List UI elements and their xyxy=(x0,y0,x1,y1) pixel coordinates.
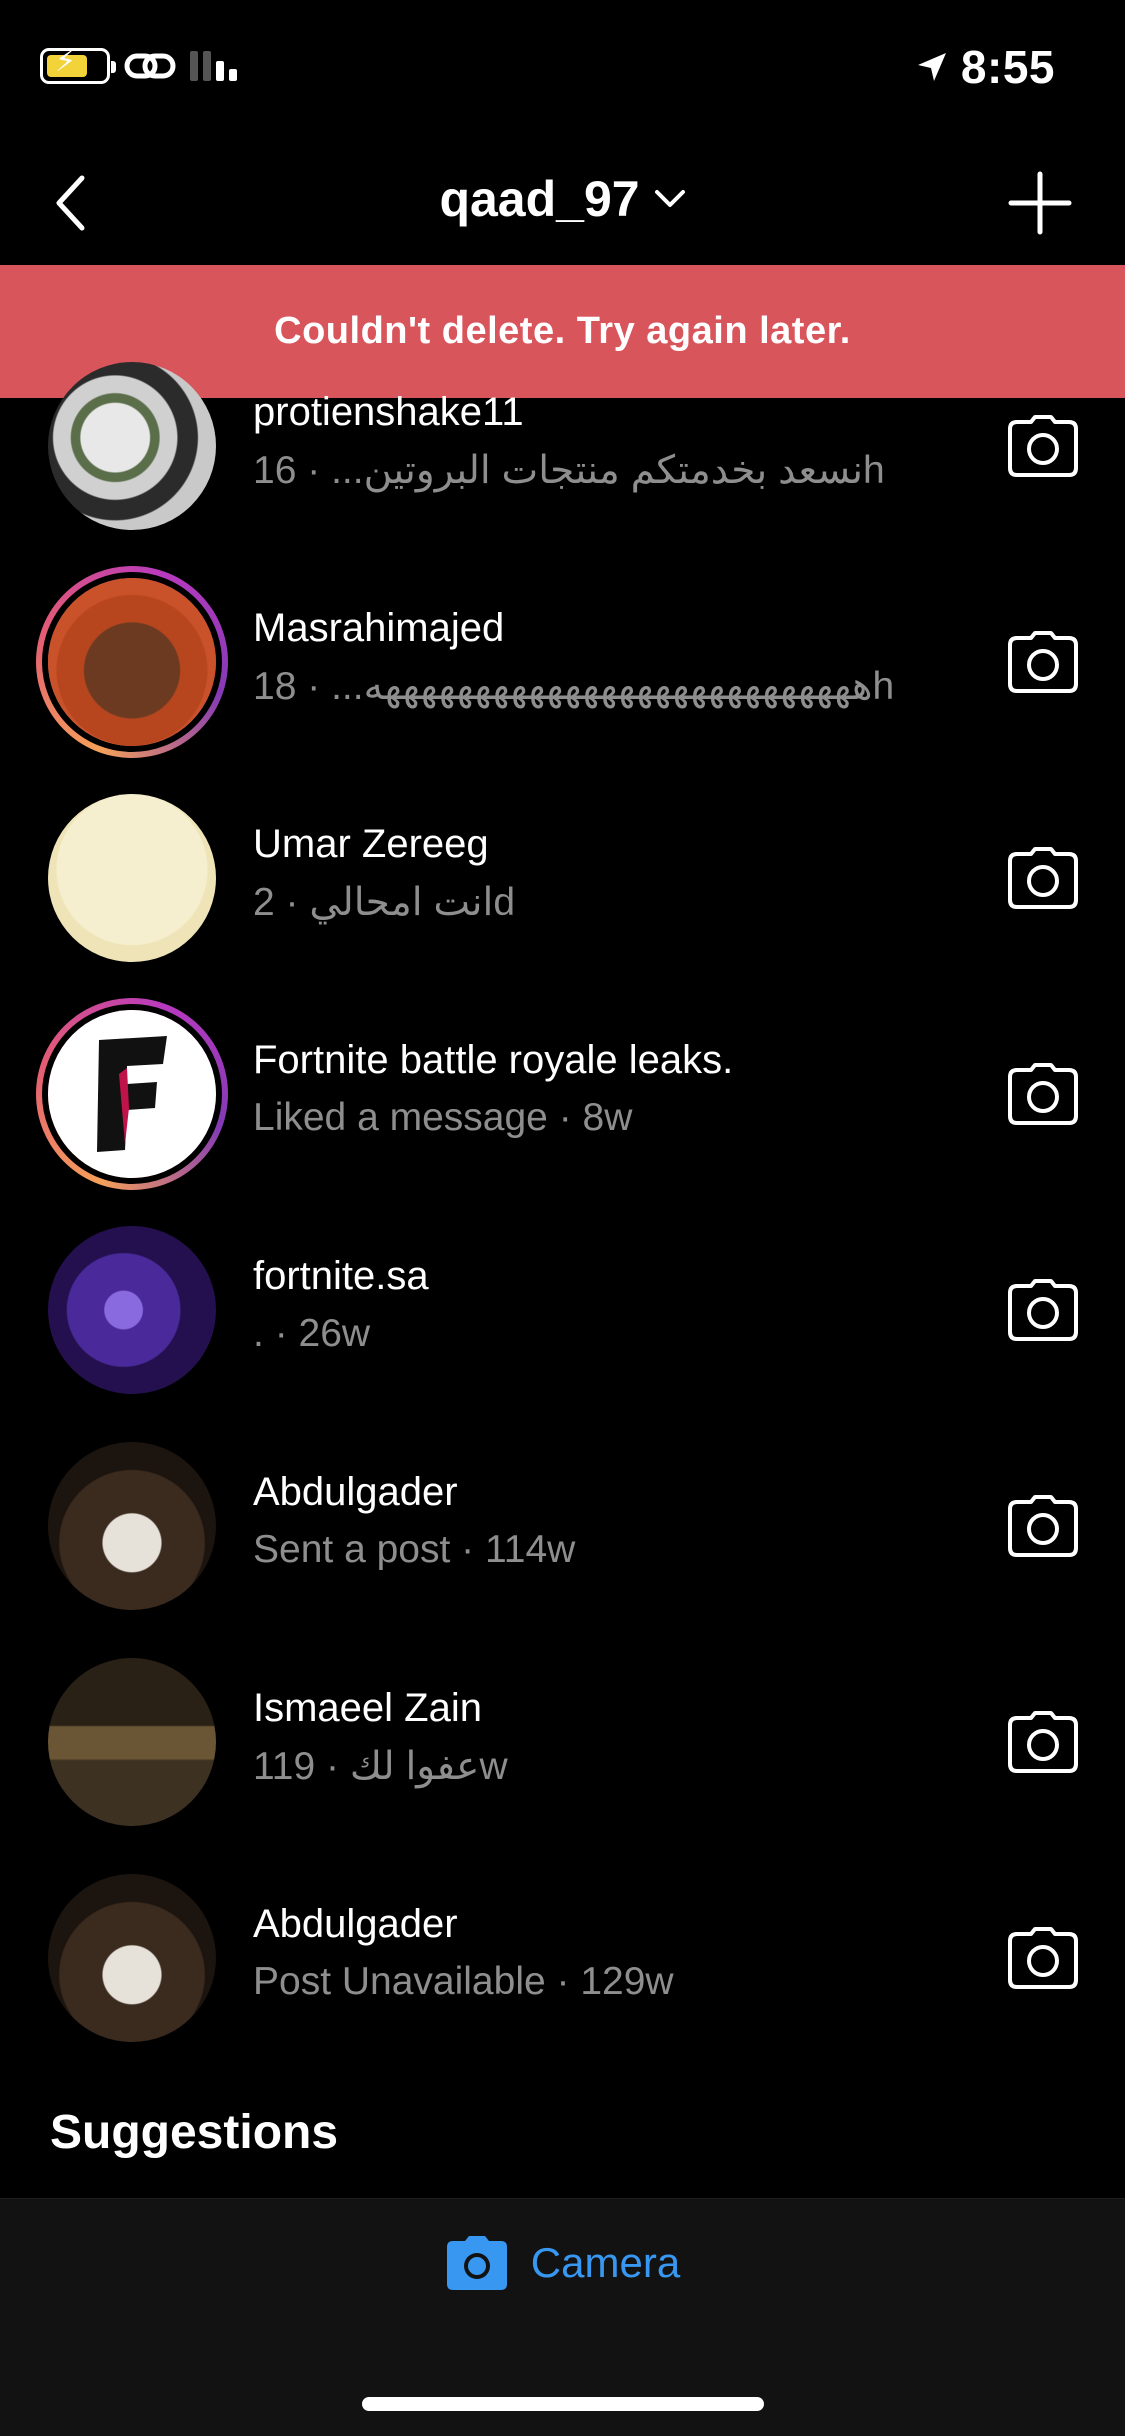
camera-icon xyxy=(1008,1927,1078,1989)
thread-name: Ismaeel Zain xyxy=(253,1686,482,1730)
avatar-story-ring xyxy=(36,998,228,1190)
account-switcher[interactable]: qaad_97 xyxy=(0,170,1125,228)
thread-preview-line: Post Unavailable · 129w xyxy=(253,1960,674,2004)
camera-icon xyxy=(1008,631,1078,693)
camera-button[interactable] xyxy=(1007,630,1079,694)
camera-icon xyxy=(1008,1495,1078,1557)
camera-icon xyxy=(1008,1711,1078,1773)
fortnite-logo-icon xyxy=(97,1036,167,1152)
thread-preview-line: نسعد بخدمتكم منتجات البروتين... · 16h xyxy=(253,448,885,493)
thread-name: Fortnite battle royale leaks. xyxy=(253,1038,734,1082)
camera-button[interactable] xyxy=(1007,1494,1079,1558)
thread-name: Masrahimajed xyxy=(253,606,505,650)
suggestions-heading: Suggestions xyxy=(50,2106,339,2159)
thread-name: fortnite.sa xyxy=(253,1254,429,1298)
thread-row[interactable]: Abdulgader Sent a post · 114w xyxy=(0,1418,1125,1634)
thread-separator: · xyxy=(296,449,321,492)
status-bar: ⚡ 8:55 xyxy=(0,0,1125,140)
avatar xyxy=(48,1874,216,2042)
camera-action-button[interactable]: Camera xyxy=(0,2235,1125,2291)
thread-name: Abdulgader xyxy=(253,1902,458,1946)
thread-separator: · xyxy=(558,1096,583,1139)
home-indicator[interactable] xyxy=(362,2397,764,2411)
camera-icon xyxy=(1008,847,1078,909)
thread-name: Abdulgader xyxy=(253,1470,458,1514)
thread-row[interactable]: protienshake11 نسعد بخدمتكم منتجات البرو… xyxy=(0,338,1125,554)
link-icon xyxy=(124,53,176,79)
thread-row[interactable]: Fortnite battle royale leaks. Liked a me… xyxy=(0,986,1125,1202)
avatar xyxy=(48,362,216,530)
thread-row[interactable]: fortnite.sa . · 26w xyxy=(0,1202,1125,1418)
thread-preview: Post Unavailable xyxy=(253,1960,546,2003)
avatar-story-ring xyxy=(36,566,228,758)
thread-separator: · xyxy=(556,1960,581,2003)
camera-label: Camera xyxy=(530,2239,681,2286)
thread-separator: · xyxy=(296,665,321,708)
battery-charging-icon: ⚡ xyxy=(40,47,116,84)
thread-preview: Sent a post xyxy=(253,1528,451,1571)
plus-icon xyxy=(1008,171,1072,235)
chevron-down-icon xyxy=(654,190,685,207)
camera-icon xyxy=(1008,415,1078,477)
thread-row[interactable]: Ismaeel Zain عفوا لك · 119w xyxy=(0,1634,1125,1850)
avatar xyxy=(48,1658,216,1826)
thread-time: 114w xyxy=(484,1528,576,1571)
thread-name: protienshake11 xyxy=(253,390,524,434)
thread-preview: انت امحالي xyxy=(309,881,494,924)
status-left: ⚡ xyxy=(40,47,237,84)
thread-time: 8w xyxy=(582,1096,633,1139)
thread-preview-line: هههههههههههههههههههههههههههه... · 18h xyxy=(253,664,894,709)
thread-preview: . xyxy=(253,1312,264,1355)
thread-time: 26w xyxy=(298,1312,371,1355)
header: qaad_97 xyxy=(0,140,1125,265)
thread-preview: هههههههههههههههههههههههههههه... xyxy=(331,665,873,708)
camera-filled-icon xyxy=(446,2236,507,2290)
thread-preview-line: Liked a message · 8w xyxy=(253,1096,632,1140)
thread-preview: نسعد بخدمتكم منتجات البروتين... xyxy=(331,449,864,492)
thread-separator: · xyxy=(461,1528,485,1571)
thread-preview: Liked a message xyxy=(253,1096,548,1139)
new-message-button[interactable] xyxy=(1005,168,1075,238)
avatar xyxy=(48,1442,216,1610)
thread-preview: عفوا لك xyxy=(349,1745,480,1788)
camera-button[interactable] xyxy=(1007,414,1079,478)
camera-button[interactable] xyxy=(1007,846,1079,910)
status-right: 8:55 xyxy=(915,40,1055,94)
thread-preview-line: عفوا لك · 119w xyxy=(253,1744,508,1789)
location-arrow-icon xyxy=(917,53,946,81)
avatar xyxy=(48,1226,216,1394)
thread-row[interactable]: Abdulgader Post Unavailable · 129w xyxy=(0,1850,1125,2066)
thread-row[interactable]: Umar Zereeg انت امحالي · 2d xyxy=(0,770,1125,986)
signal-icon xyxy=(190,51,237,81)
camera-button[interactable] xyxy=(1007,1062,1079,1126)
camera-icon xyxy=(1008,1063,1078,1125)
thread-preview-line: انت امحالي · 2d xyxy=(253,880,515,925)
thread-separator: · xyxy=(274,881,299,924)
camera-button[interactable] xyxy=(1007,1710,1079,1774)
thread-separator: · xyxy=(274,1312,299,1355)
camera-icon xyxy=(1008,1279,1078,1341)
thread-separator: · xyxy=(315,1745,340,1788)
thread-name: Umar Zereeg xyxy=(253,822,489,866)
thread-preview-line: . · 26w xyxy=(253,1312,370,1356)
thread-row[interactable]: Masrahimajed ههههههههههههههههههههههههههه… xyxy=(0,554,1125,770)
status-time: 8:55 xyxy=(960,41,1055,93)
page-title: qaad_97 xyxy=(439,171,640,227)
thread-time: 129w xyxy=(580,1960,674,2003)
camera-button[interactable] xyxy=(1007,1926,1079,1990)
avatar xyxy=(48,794,216,962)
thread-preview-line: Sent a post · 114w xyxy=(253,1528,575,1572)
camera-button[interactable] xyxy=(1007,1278,1079,1342)
